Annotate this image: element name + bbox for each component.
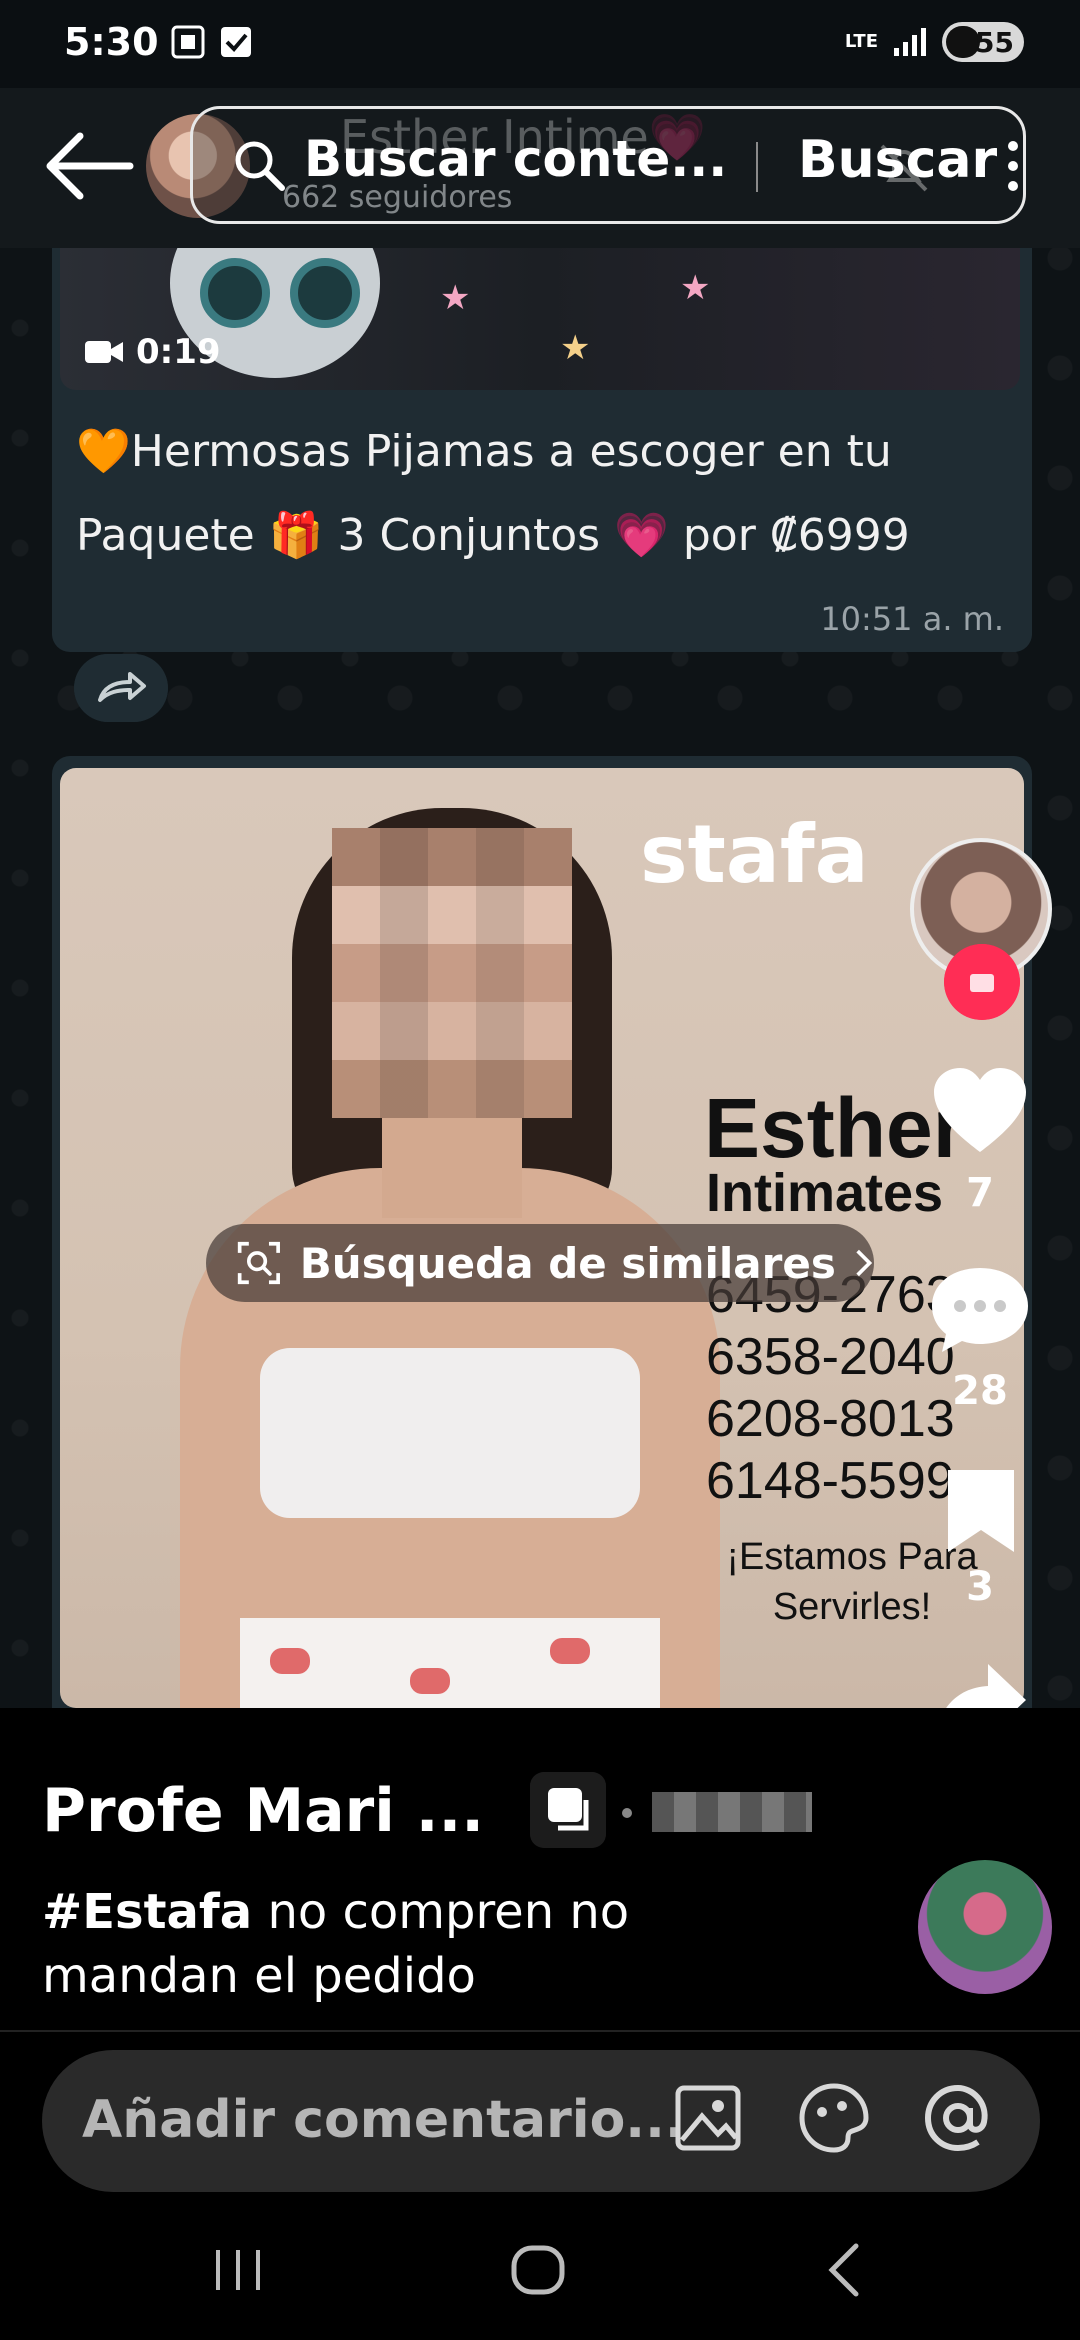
video-duration: 0:19 — [136, 332, 221, 372]
panda-eye — [200, 258, 270, 328]
music-disc[interactable] — [918, 1860, 1052, 1994]
phone-number: 6148-5599 — [706, 1452, 955, 1510]
home-icon[interactable] — [508, 2240, 568, 2300]
comment-input[interactable]: Añadir comentario... — [82, 2090, 685, 2150]
forward-icon[interactable] — [74, 654, 168, 722]
phone-number: 6208-8013 — [706, 1390, 955, 1448]
star-decoration: ★ — [440, 278, 471, 318]
save-count: 3 — [966, 1564, 994, 1610]
message-text-line: 🧡Hermosas Pijamas a escoger en tu — [76, 426, 892, 477]
separator-dot — [622, 1808, 632, 1818]
comment-bubble-icon[interactable] — [928, 1264, 1032, 1356]
checkbox-icon — [221, 27, 251, 57]
mention-icon[interactable] — [922, 2082, 994, 2154]
status-time: 5:30 — [64, 20, 159, 64]
divider — [0, 2030, 1080, 2032]
back-arrow-icon[interactable] — [40, 128, 136, 204]
status-indicators: LTE 55 — [845, 22, 1024, 62]
similar-search-label: Búsqueda de similares — [299, 1238, 836, 1288]
caption-text: no compren no — [252, 1884, 630, 1940]
like-count: 7 — [966, 1170, 994, 1216]
more-options-icon[interactable] — [1004, 138, 1022, 194]
search-icon — [235, 141, 285, 191]
video-camera-icon — [85, 341, 123, 363]
message-text: 🧡Hermosas Pijamas a escoger en tu Paquet… — [76, 410, 1006, 578]
post-date-redacted — [652, 1792, 812, 1832]
similar-search-button[interactable]: Búsqueda de similares — [206, 1224, 874, 1302]
post-caption: #Estafa no compren no mandan el pedido — [42, 1880, 762, 2008]
status-bar: 5:30 LTE 55 — [0, 0, 1080, 88]
battery-indicator: 55 — [942, 22, 1024, 62]
screenshot-icon — [171, 25, 205, 59]
search-input[interactable]: Buscar conte... — [304, 130, 727, 188]
brand-subtitle: Intimates — [706, 1163, 944, 1223]
network-type: LTE — [844, 31, 878, 52]
caption-text: mandan el pedido — [42, 1948, 476, 2004]
duplicate-icon — [530, 1772, 606, 1848]
video-duration-badge: 0:19 — [84, 332, 221, 372]
caption-hashtag[interactable]: #Estafa — [42, 1884, 252, 1940]
visual-search-icon — [237, 1241, 280, 1285]
star-decoration: ★ — [680, 268, 711, 308]
printed-pants — [240, 1618, 660, 1708]
back-icon[interactable] — [816, 2240, 876, 2300]
chevron-right-icon — [856, 1249, 873, 1277]
pants-print — [270, 1648, 310, 1674]
like-heart-icon[interactable] — [930, 1066, 1030, 1156]
signal-icon — [894, 28, 926, 56]
pants-print — [410, 1668, 450, 1694]
search-button[interactable]: Buscar — [798, 130, 997, 190]
message-text-line: Paquete 🎁 3 Conjuntos 💗 por ₡6999 — [76, 510, 910, 561]
emoji-sticker-icon[interactable] — [798, 2082, 870, 2154]
panda-eye — [290, 258, 360, 328]
pixelated-face — [332, 828, 572, 1118]
star-decoration: ★ — [560, 328, 591, 368]
phone-number: 6358-2040 — [706, 1328, 955, 1386]
recent-apps-icon[interactable] — [208, 2240, 268, 2300]
search-divider — [756, 142, 758, 192]
author-name[interactable]: Profe Mari ... — [42, 1776, 484, 1846]
follow-plus-icon[interactable] — [944, 944, 1020, 1020]
comment-count: 28 — [952, 1368, 1008, 1414]
battery-level: 55 — [975, 25, 1014, 59]
image-icon[interactable] — [672, 2082, 744, 2154]
video-overlay-text: stafa — [640, 808, 869, 901]
pants-print — [550, 1638, 590, 1664]
white-top — [260, 1348, 640, 1518]
bookmark-icon[interactable] — [944, 1466, 1018, 1556]
message-timestamp: 10:51 a. m. — [820, 600, 1004, 638]
